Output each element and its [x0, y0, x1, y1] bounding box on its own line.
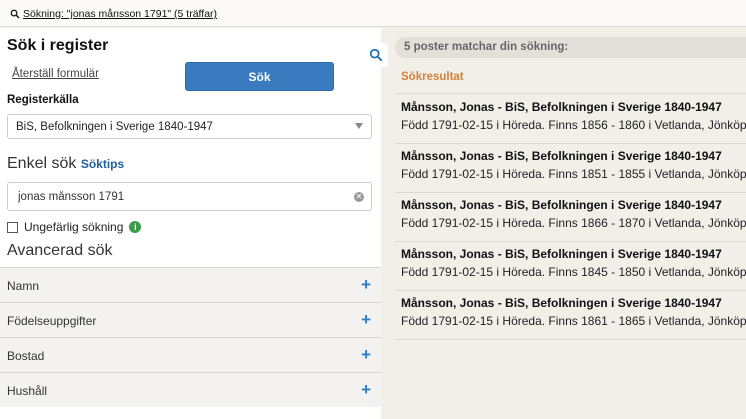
result-item[interactable]: Månsson, Jonas - BiS, Befolkningen i Sve… [395, 192, 746, 241]
approx-search-checkbox[interactable] [7, 221, 18, 233]
plus-icon: + [361, 345, 371, 364]
top-bar: Sökning: "jonas månsson 1791" (5 träffar… [0, 0, 746, 27]
section-residence[interactable]: Bostad + [0, 337, 381, 372]
search-breadcrumb[interactable]: Sökning: "jonas månsson 1791" (5 träffar… [10, 8, 217, 20]
result-item[interactable]: Månsson, Jonas - BiS, Befolkningen i Sve… [395, 290, 746, 339]
plus-icon: + [361, 275, 371, 294]
results-title: Sökresultat [401, 71, 464, 83]
source-select-value: BiS, Befolkningen i Sverige 1840-1947 [16, 121, 213, 133]
divider [395, 339, 746, 340]
source-label: Registerkälla [7, 94, 79, 106]
result-info: Född 1791-02-15 i Höreda. Finns 1861 - 1… [401, 314, 746, 328]
form-title: Sök i register [7, 37, 109, 54]
result-info: Född 1791-02-15 i Höreda. Finns 1851 - 1… [401, 167, 746, 181]
section-birth[interactable]: Födelseuppgifter + [0, 302, 381, 337]
chevron-down-icon [355, 123, 363, 129]
info-icon[interactable]: i [129, 221, 142, 233]
result-item[interactable]: Månsson, Jonas - BiS, Befolkningen i Sve… [395, 241, 746, 290]
match-count-bar: 5 poster matchar din sökning: [395, 37, 746, 58]
plus-icon: + [361, 380, 371, 399]
section-label: Bostad [7, 349, 45, 363]
result-name: Månsson, Jonas - BiS, Befolkningen i Sve… [401, 198, 722, 212]
search-panel-toggle[interactable] [364, 43, 388, 67]
approx-search-row: Ungefärlig sökning i [7, 220, 142, 234]
source-select[interactable]: BiS, Befolkningen i Sverige 1840-1947 [7, 114, 372, 139]
result-item[interactable]: Månsson, Jonas - BiS, Befolkningen i Sve… [395, 143, 746, 192]
result-name: Månsson, Jonas - BiS, Befolkningen i Sve… [401, 100, 722, 114]
result-info: Född 1791-02-15 i Höreda. Finns 1866 - 1… [401, 216, 746, 230]
section-label: Födelseuppgifter [7, 314, 97, 328]
simple-search-label: Enkel sök [7, 155, 77, 172]
search-input[interactable] [7, 182, 372, 211]
approx-search-label: Ungefärlig sökning [24, 220, 124, 234]
result-info: Född 1791-02-15 i Höreda. Finns 1845 - 1… [401, 265, 746, 279]
result-item[interactable]: Månsson, Jonas - BiS, Befolkningen i Sve… [395, 94, 746, 143]
clear-icon[interactable]: ✕ [354, 192, 364, 202]
result-name: Månsson, Jonas - BiS, Befolkningen i Sve… [401, 247, 722, 261]
result-name: Månsson, Jonas - BiS, Befolkningen i Sve… [401, 296, 722, 310]
search-tips-link[interactable]: Söktips [81, 157, 124, 171]
section-household[interactable]: Hushåll + [0, 372, 381, 407]
plus-icon: + [361, 310, 371, 329]
search-icon [369, 48, 383, 62]
advanced-search-title: Avancerad sök [7, 242, 113, 259]
search-breadcrumb-label: Sökning: "jonas månsson 1791" (5 träffar… [23, 8, 218, 20]
result-name: Månsson, Jonas - BiS, Befolkningen i Sve… [401, 149, 722, 163]
simple-search-title: Enkel sök Söktips [7, 155, 124, 173]
section-name[interactable]: Namn + [0, 267, 381, 302]
search-form-panel: Sök i register Återställ formulär Sök Re… [0, 28, 381, 419]
results-panel: 5 poster matchar din sökning: Sökresulta… [395, 37, 746, 419]
search-button[interactable]: Sök [185, 62, 334, 91]
result-info: Född 1791-02-15 i Höreda. Finns 1856 - 1… [401, 118, 746, 132]
reset-form-link[interactable]: Återställ formulär [12, 68, 99, 80]
search-icon [10, 9, 20, 19]
section-label: Namn [7, 279, 40, 293]
section-label: Hushåll [7, 384, 48, 398]
